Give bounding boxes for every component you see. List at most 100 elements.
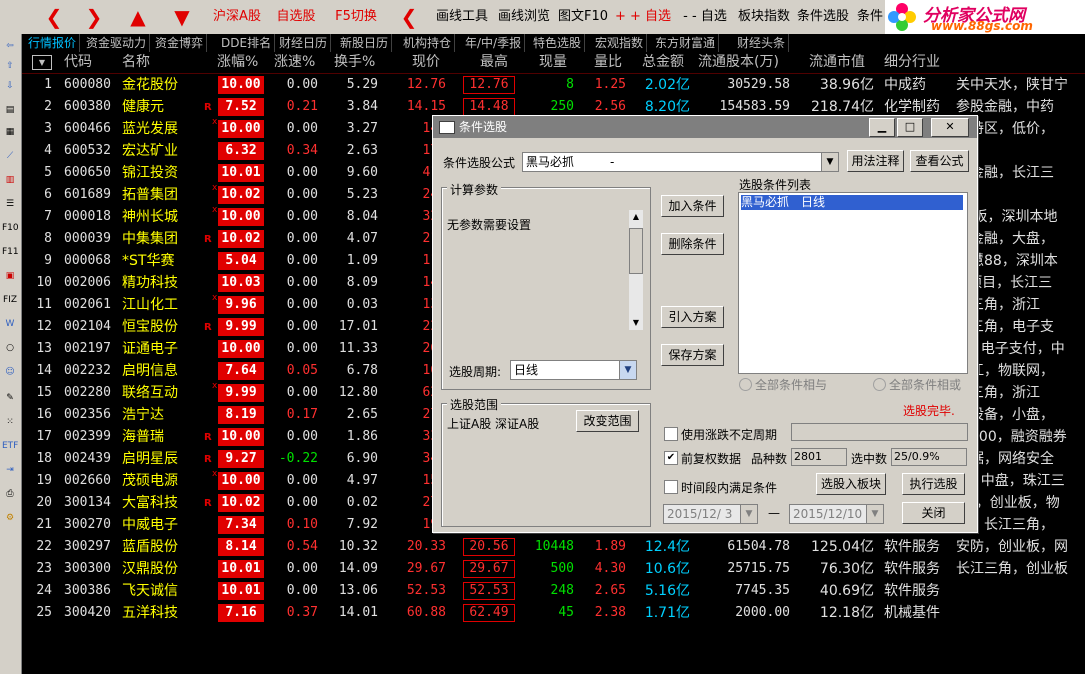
chevron-down-icon[interactable]: ▼: [619, 361, 636, 379]
up-arrow-icon[interactable]: ▲: [120, 5, 156, 29]
col-price[interactable]: 现价: [412, 52, 440, 73]
save-scheme-button[interactable]: 保存方案: [661, 344, 724, 366]
function-tab[interactable]: DDE排名: [218, 34, 276, 52]
kline-icon[interactable]: ▥: [2, 172, 18, 188]
scroll-thumb[interactable]: [629, 228, 643, 274]
tab-draw-browse[interactable]: 画线浏览: [494, 5, 554, 29]
function-tab[interactable]: 新股日历: [337, 34, 393, 52]
fiz-icon[interactable]: FIZ: [2, 292, 18, 308]
f10-icon[interactable]: F10: [2, 220, 19, 236]
tab-add-self[interactable]: + + 自选: [614, 5, 672, 29]
function-tab[interactable]: 宏观指数: [592, 34, 648, 52]
tab-f10[interactable]: 图文F10: [556, 5, 610, 29]
circle-icon[interactable]: ○: [2, 340, 18, 356]
col-industry[interactable]: 细分行业: [884, 52, 940, 73]
col-turnover[interactable]: 换手%: [334, 52, 375, 73]
chevron-down-icon[interactable]: ▼: [740, 505, 757, 523]
person-icon[interactable]: ☺: [2, 364, 18, 380]
line-chart-icon[interactable]: ⟋: [2, 148, 18, 164]
period-select[interactable]: 日线 ▼: [510, 360, 637, 380]
function-tab[interactable]: 年/中/季报: [462, 34, 526, 52]
table-row[interactable]: 22 300297 蓝盾股份 8.14 0.54 10.32 20.33 20.56 10448…: [22, 536, 1085, 558]
change-range-button[interactable]: 改变范围: [576, 410, 639, 432]
col-amount[interactable]: 总金额: [642, 52, 684, 73]
col-float-mv[interactable]: 流通市值: [809, 52, 865, 73]
tab-block-index[interactable]: 板块指数: [736, 5, 792, 29]
tab-self-select[interactable]: 自选股: [270, 5, 322, 29]
dialog-titlebar[interactable]: 条件选股 ▁ □ ✕: [433, 116, 977, 138]
date-to[interactable]: 2015/12/10 ▼: [789, 504, 884, 524]
etf-icon[interactable]: ETF: [2, 438, 18, 454]
list-icon[interactable]: ☰: [2, 196, 18, 212]
chevron-down-icon[interactable]: ▼: [866, 505, 883, 523]
delete-condition-button[interactable]: 删除条件: [661, 233, 724, 255]
col-volume[interactable]: 现量: [539, 52, 567, 73]
formula-select[interactable]: 黑马必抓 - ▼: [522, 152, 839, 172]
tab-remove-self[interactable]: - - 自选: [676, 5, 734, 29]
view-formula-button[interactable]: 查看公式: [910, 150, 969, 172]
function-tab[interactable]: 机构持仓: [400, 34, 456, 52]
condition-list[interactable]: 黑马必抓 日线: [738, 192, 968, 374]
w-icon[interactable]: W: [2, 316, 18, 332]
col-ratio[interactable]: 量比: [594, 52, 622, 73]
sort-dropdown-icon[interactable]: ▼: [32, 55, 52, 70]
tab-condition-more[interactable]: 条件: [854, 5, 886, 29]
col-speed[interactable]: 涨速%: [274, 52, 315, 73]
table-row[interactable]: 25 300420 五洋科技 7.16 0.37 14.01 60.88 62.49 45 2.3…: [22, 602, 1085, 624]
execute-button[interactable]: 执行选股: [902, 473, 965, 495]
f11-icon[interactable]: F11: [2, 244, 19, 260]
function-tab[interactable]: 资金博弈: [152, 34, 208, 52]
scroll-down-icon[interactable]: ▼: [629, 316, 643, 330]
back-icon[interactable]: ⇦: [2, 38, 18, 54]
col-name[interactable]: 名称: [122, 52, 150, 73]
grid-icon[interactable]: ▦: [2, 124, 18, 140]
function-tab[interactable]: 财经头条: [734, 34, 790, 52]
radio-and[interactable]: [739, 378, 752, 391]
tab-f5-switch[interactable]: F5切换: [330, 5, 382, 29]
col-change[interactable]: 涨幅%: [217, 52, 258, 73]
params-scrollbar[interactable]: ▲ ▼: [629, 210, 643, 330]
report-icon[interactable]: ▤: [2, 102, 18, 118]
tools-icon[interactable]: ✎: [2, 390, 18, 406]
col-high[interactable]: 最高: [480, 52, 508, 73]
col-code[interactable]: 代码: [64, 52, 92, 73]
import-scheme-button[interactable]: 引入方案: [661, 306, 724, 328]
usage-note-button[interactable]: 用法注释: [847, 150, 904, 172]
down-arrow-icon[interactable]: ▼: [164, 5, 200, 29]
date-from[interactable]: 2015/12/ 3 ▼: [663, 504, 758, 524]
function-tab[interactable]: 特色选股: [530, 34, 586, 52]
down-icon[interactable]: ⇩: [2, 78, 18, 94]
exit-icon[interactable]: ⇥: [2, 462, 18, 478]
col-float-shares[interactable]: 流通股本(万): [698, 52, 779, 73]
add-condition-button[interactable]: 加入条件: [661, 195, 724, 217]
function-tab[interactable]: 行情报价: [25, 34, 81, 52]
uncertain-period-checkbox[interactable]: [664, 427, 678, 441]
condition-list-item[interactable]: 黑马必抓 日线: [741, 195, 963, 210]
table-row[interactable]: 1 600080 金花股份 10.00 0.00 5.29 12.76 12.76 8 1.25 2…: [22, 74, 1085, 96]
up-icon[interactable]: ⇧: [2, 58, 18, 74]
table-row[interactable]: 23 300300 汉鼎股份 10.01 0.00 14.09 29.67 29.67 500 4…: [22, 558, 1085, 580]
radio-or[interactable]: [873, 378, 886, 391]
function-tab[interactable]: 东方财富通: [652, 34, 720, 52]
chevron-down-icon[interactable]: ▼: [821, 153, 838, 171]
table-row[interactable]: 24 300386 飞天诚信 10.01 0.00 13.06 52.53 52.53 248 2…: [22, 580, 1085, 602]
print-icon[interactable]: ⎙: [2, 486, 18, 502]
period-condition-checkbox[interactable]: [664, 480, 678, 494]
settings-icon[interactable]: ⚙: [2, 510, 18, 526]
function-tab[interactable]: 财经日历: [276, 34, 332, 52]
next-arrow-icon[interactable]: ❯: [76, 5, 112, 29]
dice-icon[interactable]: ⁙: [2, 414, 18, 430]
prev-arrow-icon[interactable]: ❮: [36, 5, 72, 29]
scroll-up-icon[interactable]: ▲: [629, 210, 643, 224]
tab-shsz-a[interactable]: 沪深A股: [208, 5, 266, 29]
restore-checkbox[interactable]: ✔: [664, 451, 678, 465]
book-icon[interactable]: ▣: [2, 268, 18, 284]
function-tab[interactable]: 资金驱动力: [83, 34, 151, 52]
tab-draw-tools[interactable]: 画线工具: [432, 5, 492, 29]
back-arrow-icon[interactable]: ❮: [394, 5, 424, 29]
minimize-icon[interactable]: ▁: [869, 118, 895, 137]
maximize-icon[interactable]: □: [897, 118, 923, 137]
to-block-button[interactable]: 选股入板块: [816, 473, 886, 495]
close-button[interactable]: 关闭: [902, 502, 965, 524]
close-icon[interactable]: ✕: [931, 118, 969, 137]
